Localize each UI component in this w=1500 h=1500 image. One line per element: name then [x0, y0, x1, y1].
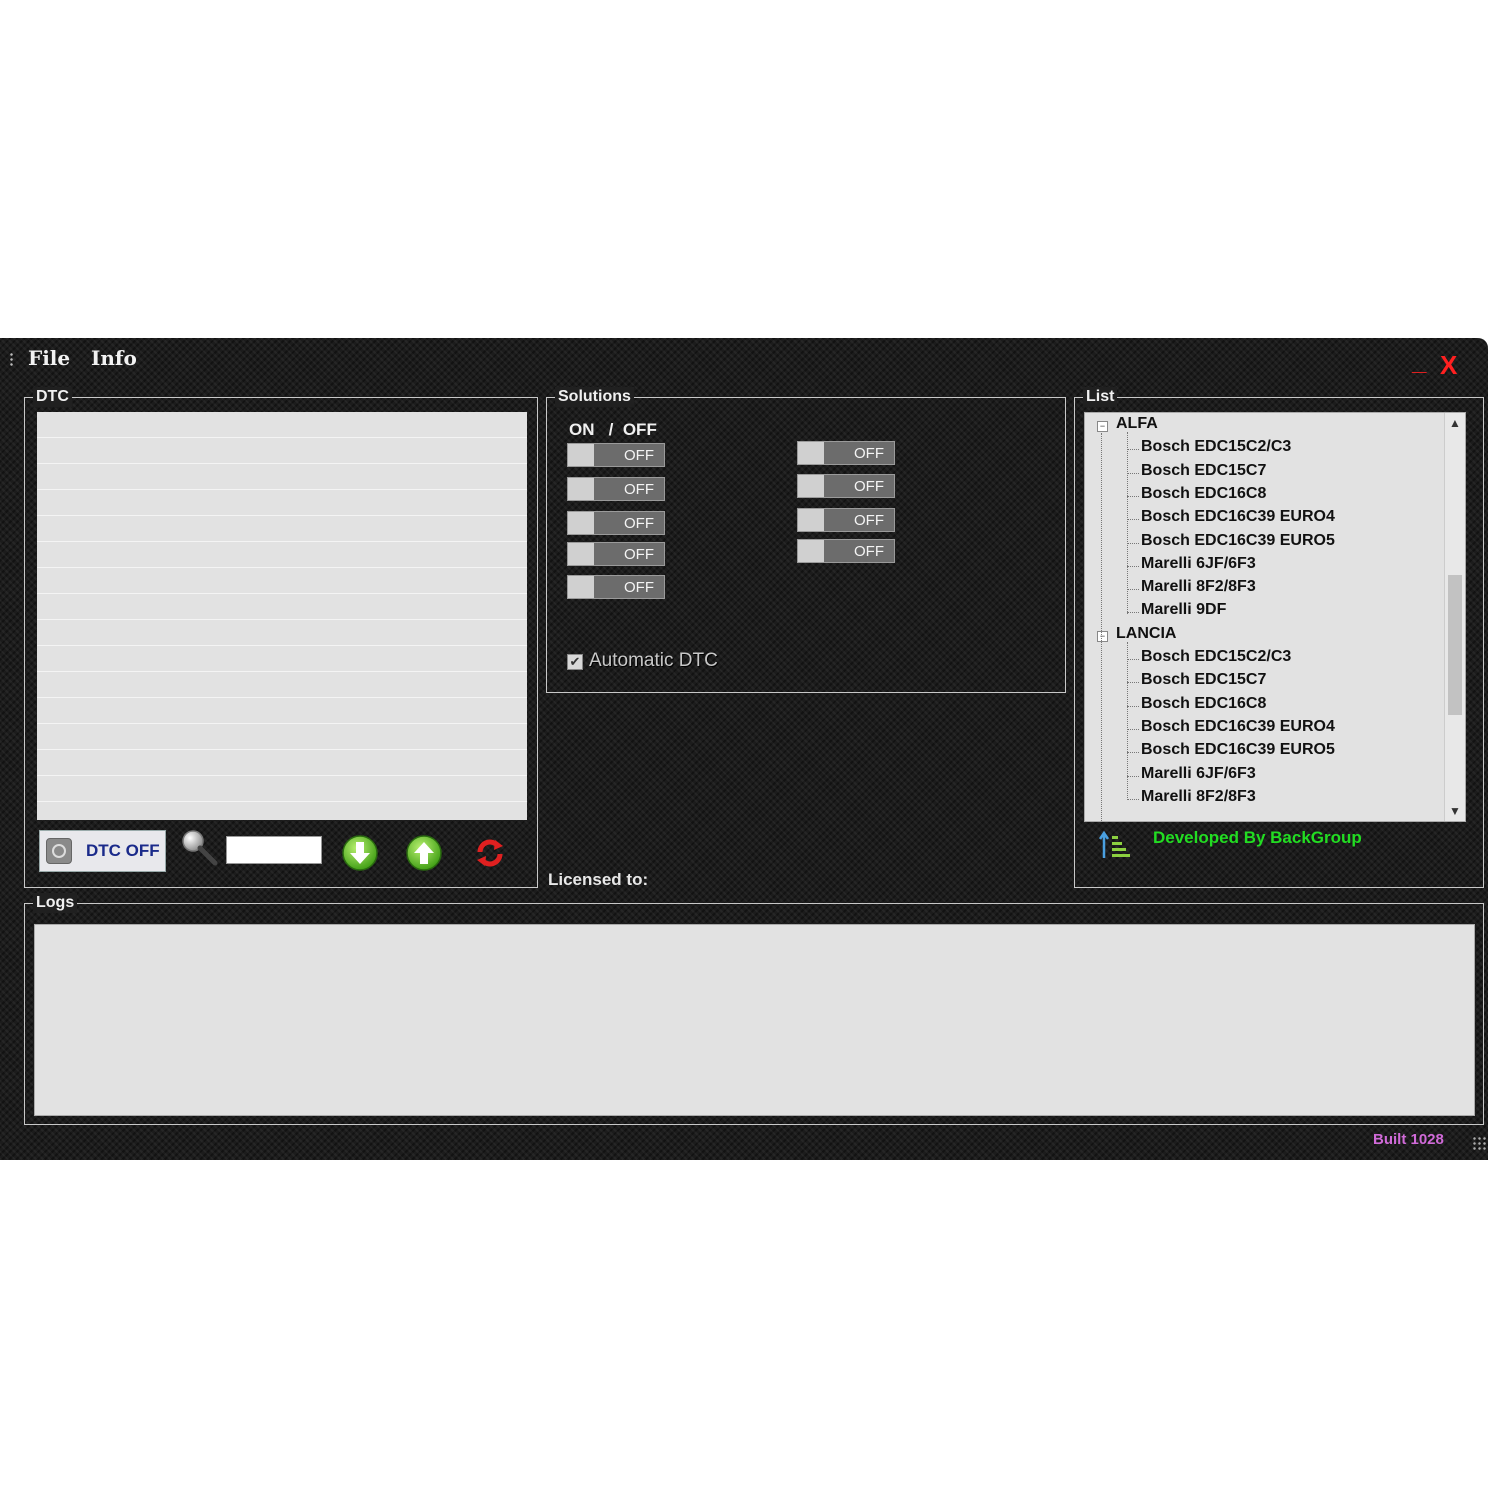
- menu-bar: File Info _ X: [0, 338, 1488, 382]
- solutions-group-title: Solutions: [555, 387, 634, 407]
- tree-item[interactable]: Marelli 6JF/6F3: [1141, 555, 1256, 578]
- tree-item[interactable]: Bosch EDC16C8: [1141, 485, 1266, 508]
- toggle-state: OFF: [624, 579, 654, 596]
- tree-connector: [1127, 659, 1139, 660]
- on-off-header: ON / OFF: [569, 420, 657, 439]
- toggle-left-5[interactable]: OFF: [567, 575, 665, 599]
- build-label: Built 1028: [1373, 1131, 1444, 1148]
- licensed-to-label: Licensed to:: [548, 870, 649, 889]
- toggle-state: OFF: [854, 445, 884, 462]
- tree-scrollbar[interactable]: ▲ ▼: [1444, 413, 1465, 821]
- toggle-state: OFF: [624, 447, 654, 464]
- tree-item[interactable]: Bosch EDC16C8: [1141, 695, 1266, 718]
- tree-connector: [1127, 682, 1139, 684]
- upload-arrow-button[interactable]: [405, 834, 443, 872]
- tree-item[interactable]: Bosch EDC15C7: [1141, 462, 1266, 485]
- dtc-off-button[interactable]: DTC OFF: [39, 830, 166, 872]
- tree-item[interactable]: Bosch EDC15C2/C3: [1141, 648, 1291, 671]
- tree-connector: [1127, 728, 1139, 730]
- toggle-right-4[interactable]: OFF: [797, 539, 895, 563]
- logs-textarea[interactable]: [34, 924, 1475, 1116]
- toggle-left-1[interactable]: OFF: [567, 443, 665, 467]
- toggle-right-2[interactable]: OFF: [797, 474, 895, 498]
- dtc-group: DTC DTC OFF: [24, 387, 538, 888]
- scroll-up-icon[interactable]: ▲: [1445, 413, 1465, 433]
- tree-item[interactable]: Marelli 6JF/6F3: [1141, 765, 1256, 788]
- tree-item[interactable]: Bosch EDC16C39 EURO4: [1141, 718, 1335, 741]
- solutions-group: Solutions ON / OFF OFF OFF OFF OFF OFF O…: [546, 387, 1066, 693]
- tree-connector: [1127, 495, 1139, 497]
- tree-item[interactable]: Bosch EDC15C2/C3: [1141, 438, 1291, 461]
- ecu-tree[interactable]: − ALFA Bosch EDC15C2/C3 Bosch EDC15C7 Bosch …: [1084, 412, 1466, 822]
- tree-item[interactable]: Bosch EDC16C39 EURO5: [1141, 532, 1335, 555]
- tree-connector: [1127, 775, 1139, 777]
- tree-item[interactable]: Marelli 8F2/8F3: [1141, 788, 1256, 811]
- minimize-button[interactable]: _: [1412, 346, 1426, 377]
- refresh-icon[interactable]: [471, 834, 509, 872]
- toggle-state: OFF: [624, 515, 654, 532]
- menu-info[interactable]: Info: [91, 346, 137, 370]
- tree-group[interactable]: LANCIA: [1116, 625, 1176, 648]
- menu-file[interactable]: File: [28, 346, 70, 370]
- tree-connector: [1127, 705, 1139, 707]
- tree-item[interactable]: Bosch EDC15C7: [1141, 671, 1266, 694]
- tree-item[interactable]: Bosch EDC16C39 EURO4: [1141, 508, 1335, 531]
- toggle-state: OFF: [624, 546, 654, 563]
- tree-connector: [1127, 641, 1128, 801]
- tree-connector: [1101, 433, 1102, 821]
- automatic-dtc-checkbox[interactable]: ✔: [567, 654, 583, 670]
- download-arrow-button[interactable]: [341, 834, 379, 872]
- tree-connector: [1127, 432, 1128, 614]
- dtc-off-button-label: DTC OFF: [86, 841, 160, 860]
- tree-expander-icon[interactable]: −: [1097, 630, 1108, 642]
- search-icon[interactable]: [179, 828, 219, 868]
- app-window: File Info _ X DTC DTC OFF Solutions ON /…: [0, 338, 1488, 1160]
- scroll-thumb[interactable]: [1448, 575, 1462, 715]
- sort-icon[interactable]: [1097, 828, 1131, 862]
- tree-connector: [1127, 519, 1139, 521]
- tree-connector: [1127, 798, 1139, 800]
- toggle-right-1[interactable]: OFF: [797, 441, 895, 465]
- toggle-left-3[interactable]: OFF: [567, 511, 665, 535]
- toggle-right-3[interactable]: OFF: [797, 508, 895, 532]
- close-button[interactable]: X: [1440, 350, 1457, 381]
- logs-group: Logs: [24, 893, 1484, 1125]
- developed-by-label: Developed By BackGroup: [1153, 828, 1362, 847]
- list-group-title: List: [1083, 387, 1118, 407]
- dtc-search-input[interactable]: [226, 836, 322, 864]
- toggle-left-4[interactable]: OFF: [567, 542, 665, 566]
- tree-connector: [1127, 565, 1139, 567]
- scroll-down-icon[interactable]: ▼: [1445, 801, 1465, 821]
- tree-item[interactable]: Marelli 9DF: [1141, 601, 1226, 624]
- dtc-list[interactable]: [37, 412, 527, 820]
- toggle-left-2[interactable]: OFF: [567, 477, 665, 501]
- tree-connector: [1127, 472, 1139, 474]
- toggle-state: OFF: [854, 543, 884, 560]
- tree-item[interactable]: Marelli 8F2/8F3: [1141, 578, 1256, 601]
- tree-connector: [1127, 752, 1139, 754]
- automatic-dtc-label: Automatic DTC: [589, 650, 718, 671]
- resize-grip-icon[interactable]: [1472, 1136, 1486, 1150]
- tree-expander-icon[interactable]: −: [1097, 421, 1108, 432]
- tree-connector: [1127, 449, 1139, 451]
- toggle-state: OFF: [854, 478, 884, 495]
- toggle-state: OFF: [854, 512, 884, 529]
- logs-group-title: Logs: [33, 893, 78, 913]
- power-icon: [46, 838, 72, 864]
- toggle-state: OFF: [624, 481, 654, 498]
- tree-connector: [1127, 542, 1139, 544]
- dtc-group-title: DTC: [33, 387, 72, 407]
- tree-item[interactable]: Bosch EDC16C39 EURO5: [1141, 741, 1335, 764]
- menu-grip-icon[interactable]: [10, 352, 13, 368]
- tree-group[interactable]: ALFA: [1116, 415, 1158, 438]
- tree-connector: [1127, 589, 1139, 591]
- list-group: List − ALFA Bosch EDC15C2/C3 Bosch EDC15C7 B…: [1074, 387, 1484, 888]
- tree-connector: [1127, 612, 1139, 614]
